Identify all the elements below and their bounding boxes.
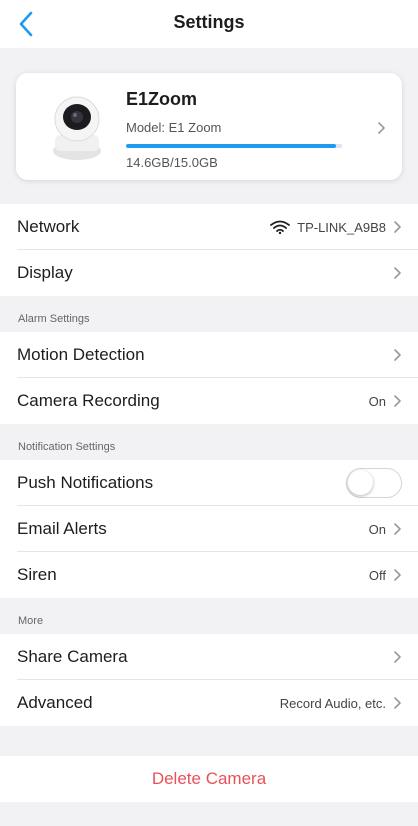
chevron-right-icon (394, 569, 401, 581)
chevron-right-icon (394, 523, 401, 535)
email-alerts-value: On (368, 521, 386, 537)
push-notifications-row: Push Notifications (0, 460, 418, 506)
wifi-icon (270, 220, 291, 234)
network-value: TP-LINK_A9B8 (297, 219, 386, 235)
chevron-right-icon (394, 267, 401, 279)
device-card[interactable]: E1Zoom Model: E1 Zoom 14.6GB/15.0GB (16, 73, 402, 180)
motion-detection-row[interactable]: Motion Detection (0, 332, 418, 378)
share-camera-label: Share Camera (17, 647, 128, 666)
device-model: Model: E1 Zoom (126, 120, 222, 135)
camera-recording-row[interactable]: Camera Recording On (0, 378, 418, 424)
top-bar: Settings (0, 0, 418, 48)
chevron-right-icon (394, 221, 401, 233)
section-alarm-settings: Alarm Settings (18, 313, 90, 325)
push-notifications-toggle[interactable] (346, 468, 402, 498)
storage-text: 14.6GB/15.0GB (126, 155, 218, 170)
display-label: Display (17, 263, 73, 282)
section-notification-settings: Notification Settings (18, 441, 116, 453)
siren-value: Off (368, 567, 386, 583)
advanced-row[interactable]: Advanced Record Audio, etc. (0, 680, 418, 726)
network-label: Network (17, 217, 80, 236)
camera-recording-label: Camera Recording (17, 391, 160, 410)
chevron-right-icon (394, 395, 401, 407)
chevron-right-icon (394, 349, 401, 361)
push-notifications-label: Push Notifications (17, 473, 154, 492)
siren-label: Siren (17, 565, 57, 584)
storage-bar-fill (126, 144, 337, 148)
advanced-label: Advanced (17, 693, 93, 712)
camera-recording-value: On (368, 393, 386, 409)
page-title: Settings (173, 12, 245, 32)
motion-detection-label: Motion Detection (17, 345, 145, 364)
delete-camera-button[interactable]: Delete Camera (0, 756, 418, 802)
camera-image (53, 96, 101, 160)
chevron-right-icon (394, 697, 401, 709)
siren-row[interactable]: Siren Off (0, 552, 418, 598)
chevron-right-icon (378, 122, 385, 134)
toggle-knob (348, 470, 373, 495)
storage-bar (126, 144, 342, 148)
chevron-right-icon (394, 651, 401, 663)
section-more: More (18, 615, 44, 627)
share-camera-row[interactable]: Share Camera (0, 634, 418, 680)
email-alerts-row[interactable]: Email Alerts On (0, 506, 418, 552)
advanced-value: Record Audio, etc. (279, 695, 386, 711)
email-alerts-label: Email Alerts (17, 519, 107, 538)
device-name: E1Zoom (126, 89, 198, 109)
network-row[interactable]: Network TP-LINK_A9B8 (0, 204, 418, 250)
display-row[interactable]: Display (0, 250, 418, 296)
